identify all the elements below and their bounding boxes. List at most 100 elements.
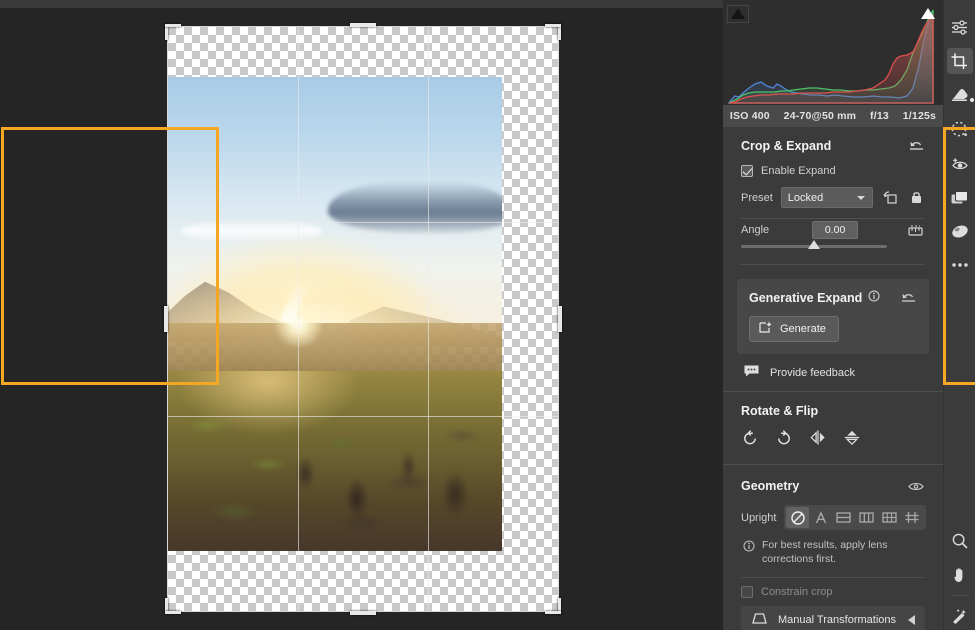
generative-expand-title: Generative Expand [749, 291, 863, 305]
crop-expand-title: Crop & Expand [741, 139, 832, 153]
info-icon [743, 540, 755, 567]
exif-aperture: f/13 [870, 110, 889, 122]
lens-correction-note-text: For best results, apply lens corrections… [762, 539, 888, 565]
histogram-plot [723, 0, 943, 105]
angle-slider-thumb[interactable] [808, 240, 820, 249]
manual-transformations-row[interactable]: Manual Transformations [741, 605, 925, 630]
canvas-top-strip [0, 0, 723, 8]
preset-select[interactable]: Locked [780, 187, 873, 208]
crop-tool[interactable] [946, 48, 974, 102]
upright-off[interactable] [786, 507, 810, 528]
angle-value[interactable]: 0.00 [812, 221, 859, 239]
upright-vertical[interactable] [855, 507, 878, 528]
crop-handle-right-middle[interactable] [558, 306, 562, 332]
rotate-counterclockwise-icon[interactable] [741, 428, 759, 446]
generative-expand-section: Generative Expand Generate [723, 279, 943, 354]
active-tool-marker [969, 98, 974, 102]
constrain-crop-checkbox [741, 585, 753, 598]
upright-full[interactable] [878, 507, 901, 528]
exif-iso: ISO 400 [729, 110, 770, 122]
geometry-header: Geometry [741, 477, 925, 495]
crop-handle-bottom-right-arm[interactable] [545, 611, 561, 614]
histogram[interactable] [723, 0, 943, 105]
blur-tool[interactable] [947, 218, 973, 244]
crop-divider [741, 218, 925, 219]
preset-label: Preset [741, 191, 773, 204]
enable-expand-row[interactable]: Enable Expand [741, 165, 925, 177]
preset-value: Locked [787, 191, 824, 204]
crop-handle-bottom-center[interactable] [350, 611, 376, 615]
lock-closed-icon[interactable] [907, 189, 925, 207]
upright-label: Upright [741, 511, 777, 524]
magic-wand-tool[interactable] [947, 604, 973, 630]
rotate-clockwise-icon[interactable] [775, 428, 793, 446]
chevron-down-icon [857, 195, 865, 200]
crop-expand-section: Crop & Expand Enable Expand Preset Locke… [723, 127, 943, 275]
more-tools[interactable] [947, 252, 973, 278]
rotate-flip-section: Rotate & Flip [723, 392, 943, 454]
photo-image [168, 77, 502, 551]
perspective-trapezoid-icon [751, 611, 768, 629]
constrain-crop-label: Constrain crop [761, 585, 833, 598]
generative-expand-title-group: Generative Expand [749, 289, 880, 307]
info-icon[interactable] [868, 289, 880, 307]
right-panel: ISO 400 24-70@50 mm f/13 1/125s Crop & E… [723, 0, 943, 630]
crop-handle-left-middle[interactable] [164, 306, 168, 332]
enable-expand-checkbox[interactable] [741, 165, 753, 177]
crop-expand-header: Crop & Expand [741, 137, 925, 155]
flip-vertical-icon[interactable] [843, 428, 861, 446]
rotate-flip-header: Rotate & Flip [741, 404, 925, 418]
enable-expand-label: Enable Expand [761, 165, 836, 177]
edit-sliders-tool[interactable] [947, 14, 973, 40]
zoom-tool[interactable] [947, 528, 973, 554]
angle-row: Angle 0.00 [741, 221, 925, 249]
generative-sparkle-icon [758, 320, 773, 338]
provide-feedback-row[interactable]: Provide feedback [723, 354, 943, 391]
panel-body: Crop & Expand Enable Expand Preset Locke… [723, 127, 943, 630]
lens-correction-note: For best results, apply lens corrections… [741, 530, 925, 569]
angle-top: Angle 0.00 [741, 221, 925, 239]
chat-bubble-icon [743, 364, 760, 381]
constrain-crop-row: Constrain crop [741, 585, 925, 598]
geometry-title: Geometry [741, 479, 800, 493]
eye-icon[interactable] [907, 477, 925, 495]
crop-frame[interactable] [164, 23, 562, 615]
triangle-left-icon[interactable] [908, 614, 915, 625]
remove-tool[interactable] [947, 82, 973, 108]
generate-button[interactable]: Generate [749, 316, 839, 342]
rail-divider [950, 595, 969, 596]
versions-tool[interactable] [947, 184, 973, 210]
provide-feedback-label: Provide feedback [770, 366, 855, 379]
geometry-section: Geometry Upright For best results, apply… [723, 465, 943, 630]
generative-expand-header: Generative Expand [749, 289, 917, 307]
rotate-aspect-icon[interactable] [881, 189, 899, 207]
rock-field [268, 427, 502, 542]
flip-horizontal-icon[interactable] [809, 428, 827, 446]
upright-guided[interactable] [901, 507, 924, 528]
crop-editor-window: ISO 400 24-70@50 mm f/13 1/125s Crop & E… [0, 0, 975, 630]
upright-auto[interactable] [809, 507, 832, 528]
angle-divider [741, 264, 925, 265]
exif-shutter: 1/125s [902, 110, 937, 122]
crop-handle-top-left-arm[interactable] [165, 24, 181, 27]
generative-reset-icon[interactable] [899, 289, 917, 307]
upright-level[interactable] [832, 507, 855, 528]
angle-slider[interactable] [741, 240, 887, 249]
highlight-clipping-indicator[interactable] [917, 5, 939, 23]
manual-transformations-label: Manual Transformations [778, 613, 896, 626]
straighten-tool-icon[interactable] [907, 221, 925, 239]
tool-rail [943, 0, 975, 630]
shadow-clipping-indicator[interactable] [727, 5, 749, 23]
red-eye-tool[interactable] [947, 150, 973, 176]
pan-tool[interactable] [947, 562, 973, 588]
masking-tool[interactable] [947, 116, 973, 142]
crop-handle-top-center[interactable] [350, 23, 376, 27]
exif-strip: ISO 400 24-70@50 mm f/13 1/125s [723, 105, 943, 127]
exif-lens: 24-70@50 mm [783, 110, 857, 122]
reset-icon[interactable] [907, 137, 925, 155]
image-canvas[interactable] [0, 0, 723, 630]
rotate-flip-title: Rotate & Flip [741, 404, 819, 418]
crop-handle-bottom-left-arm[interactable] [165, 611, 181, 614]
crop-handle-top-right-arm[interactable] [545, 24, 561, 27]
preset-row: Preset Locked [741, 187, 925, 208]
